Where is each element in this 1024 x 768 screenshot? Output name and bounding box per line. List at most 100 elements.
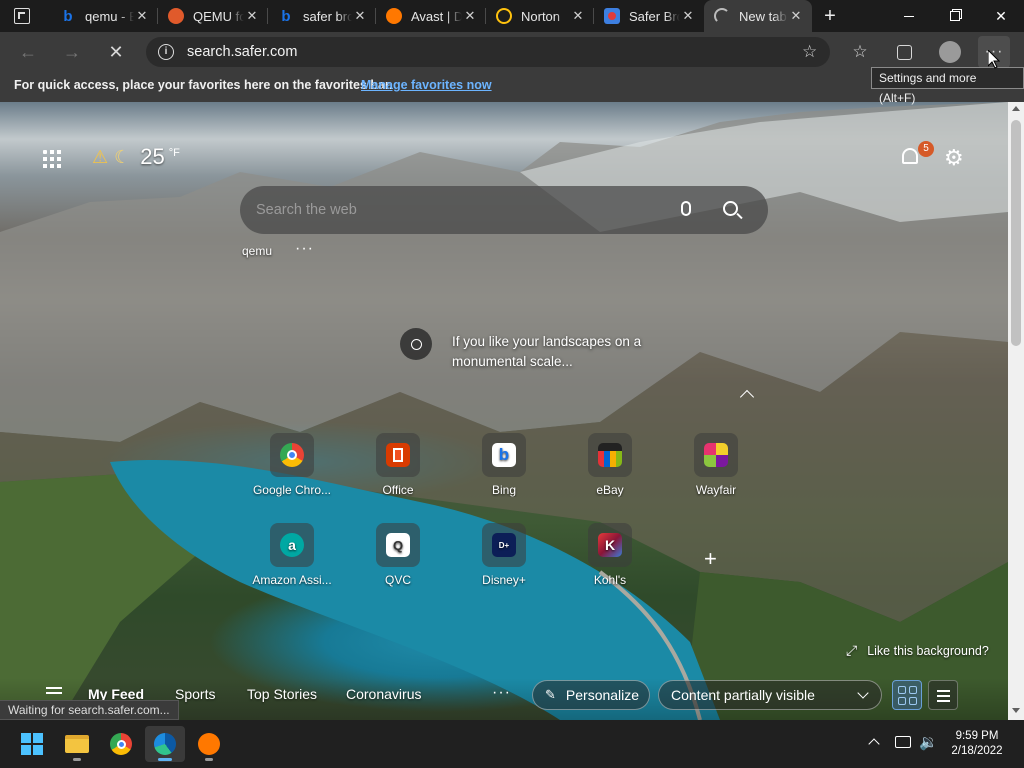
favorites-bar-message: For quick access, place your favorites h… <box>14 78 393 92</box>
like-background-button[interactable]: ⤢ Like this background? <box>846 642 989 659</box>
profile-button[interactable] <box>934 36 966 68</box>
tab-qemu-windows[interactable]: QEMU for Windows ✕ <box>158 0 268 32</box>
expand-icon: ⤢ <box>846 642 858 658</box>
page-scrollbar[interactable] <box>1008 102 1024 720</box>
more-feeds-icon[interactable]: ··· <box>492 684 511 702</box>
quick-link-tile[interactable]: Google Chro... <box>244 433 340 497</box>
close-tab-icon[interactable]: ✕ <box>244 8 260 24</box>
tab-bing-qemu[interactable]: b qemu - Bing ✕ <box>50 0 158 32</box>
visual-search-icon[interactable] <box>400 328 432 360</box>
file-explorer-button[interactable] <box>57 726 97 762</box>
tab-safer-browser[interactable]: Safer Browser ✕ <box>594 0 704 32</box>
tab-top-stories[interactable]: Top Stories <box>247 686 317 702</box>
status-bubble: Waiting for search.safer.com... <box>0 700 179 720</box>
tile-label: Kohl's <box>593 573 627 587</box>
wayfair-icon <box>694 433 738 477</box>
ebay-icon <box>588 433 632 477</box>
windows-icon <box>21 733 43 755</box>
tab-title: Safer Browser <box>629 8 680 24</box>
like-background-label: Like this background? <box>867 643 989 658</box>
minimize-button[interactable] <box>886 0 932 32</box>
address-url[interactable]: search.safer.com <box>187 44 297 60</box>
add-favorite-icon[interactable]: ☆ <box>802 42 817 62</box>
qvc-icon: Q <box>376 523 420 567</box>
quick-link-item[interactable]: qemu <box>242 244 272 258</box>
minimize-icon <box>904 15 914 17</box>
start-button[interactable] <box>12 726 52 762</box>
quick-link-tile[interactable]: Wayfair <box>668 433 764 497</box>
page-settings-button[interactable]: ⚙ <box>944 145 964 171</box>
content-visibility-dropdown[interactable]: Content partially visible <box>658 680 882 710</box>
restore-button[interactable] <box>932 0 978 32</box>
close-tab-icon[interactable]: ✕ <box>462 8 478 24</box>
tab-coronavirus[interactable]: Coronavirus <box>346 686 421 702</box>
close-tab-icon[interactable]: ✕ <box>680 8 696 24</box>
tab-norton[interactable]: Norton ✕ <box>486 0 594 32</box>
quick-link-tile[interactable]: a Amazon Assi... <box>244 523 340 587</box>
quick-link-tile[interactable]: Q QVC <box>350 523 446 587</box>
search-input[interactable]: Search the web <box>256 202 357 218</box>
show-hidden-icons-icon[interactable] <box>868 738 880 750</box>
scroll-thumb[interactable] <box>1011 120 1021 346</box>
warning-icon: ⚠ <box>92 146 109 167</box>
volume-icon[interactable]: 🔉 <box>919 733 938 751</box>
tile-label: Amazon Assi... <box>252 573 332 587</box>
grid-icon <box>897 685 906 694</box>
network-icon[interactable] <box>895 736 911 748</box>
close-tab-icon[interactable]: ✕ <box>352 8 368 24</box>
quick-link-tile[interactable]: D+ Disney+ <box>456 523 552 587</box>
close-tab-icon[interactable]: ✕ <box>788 8 804 24</box>
loading-icon <box>714 8 730 24</box>
new-tab-button[interactable]: + <box>818 4 842 28</box>
close-window-button[interactable]: ✕ <box>978 0 1024 32</box>
forward-button[interactable]: → <box>56 36 88 68</box>
quick-link-tile[interactable]: b Bing <box>456 433 552 497</box>
tab-actions-icon[interactable] <box>14 8 30 24</box>
status-text: Waiting for search.safer.com... <box>8 703 170 717</box>
microphone-icon[interactable] <box>681 201 691 216</box>
favorites-button[interactable]: ☆ <box>844 36 876 68</box>
quick-link-more-icon[interactable]: ··· <box>295 240 314 258</box>
info-icon[interactable]: i <box>158 44 174 60</box>
quick-link-label: qemu <box>242 244 273 258</box>
notifications-button[interactable]: 5 <box>900 141 934 168</box>
forward-arrow-icon: → <box>63 41 81 62</box>
apps-launcher-icon[interactable] <box>43 150 61 168</box>
tile-label: eBay <box>596 483 624 497</box>
feed-menu-icon[interactable] <box>46 692 62 694</box>
mouse-cursor-icon <box>988 50 1000 69</box>
personalize-button[interactable]: ✎ Personalize <box>532 680 650 710</box>
scroll-down-icon[interactable] <box>1012 708 1020 713</box>
search-icon-handle <box>736 212 743 220</box>
edge-taskbar-button[interactable] <box>145 726 185 762</box>
new-tab-page: ⚠ ☾ 25 °F 5 ⚙ Search the web qemu ··· If… <box>0 102 1008 720</box>
scroll-up-icon[interactable] <box>1012 106 1020 111</box>
system-clock[interactable]: 9:59 PM 2/18/2022 <box>940 729 1014 759</box>
close-tab-icon[interactable]: ✕ <box>570 8 586 24</box>
tab-avast[interactable]: Avast | Download ✕ <box>376 0 486 32</box>
tab-sports[interactable]: Sports <box>175 686 215 702</box>
quick-link-tile[interactable]: eBay <box>562 433 658 497</box>
tab-safer-browser-search[interactable]: b safer browser ✕ <box>268 0 376 32</box>
web-search-box[interactable]: Search the web <box>240 186 768 234</box>
tab-title: QEMU for Windows <box>193 8 244 24</box>
close-tab-icon[interactable]: ✕ <box>134 8 150 24</box>
tooltip: Settings and more (Alt+F) <box>871 67 1024 105</box>
back-button[interactable]: ← <box>12 36 44 68</box>
grid-view-button[interactable] <box>892 680 922 710</box>
personalize-label: Personalize <box>565 687 640 703</box>
quick-link-tile[interactable]: Office <box>350 433 446 497</box>
tab-title: safer browser <box>303 8 352 24</box>
avast-taskbar-button[interactable] <box>189 726 229 762</box>
image-caption[interactable]: If you like your landscapes on a monumen… <box>400 328 662 372</box>
weather-widget[interactable]: ⚠ ☾ 25 °F <box>92 144 180 170</box>
chrome-taskbar-button[interactable] <box>101 726 141 762</box>
stop-loading-button[interactable]: ✕ <box>100 36 132 68</box>
quick-link-tile[interactable]: K Kohl's <box>562 523 658 587</box>
list-view-button[interactable] <box>928 680 958 710</box>
add-site-button[interactable]: + <box>704 546 717 572</box>
manage-favorites-link[interactable]: Manage favorites now <box>361 78 492 92</box>
address-bar[interactable]: i search.safer.com ☆ <box>146 37 830 67</box>
collections-button[interactable] <box>888 36 920 68</box>
tab-new-tab[interactable]: New tab ✕ <box>704 0 812 32</box>
